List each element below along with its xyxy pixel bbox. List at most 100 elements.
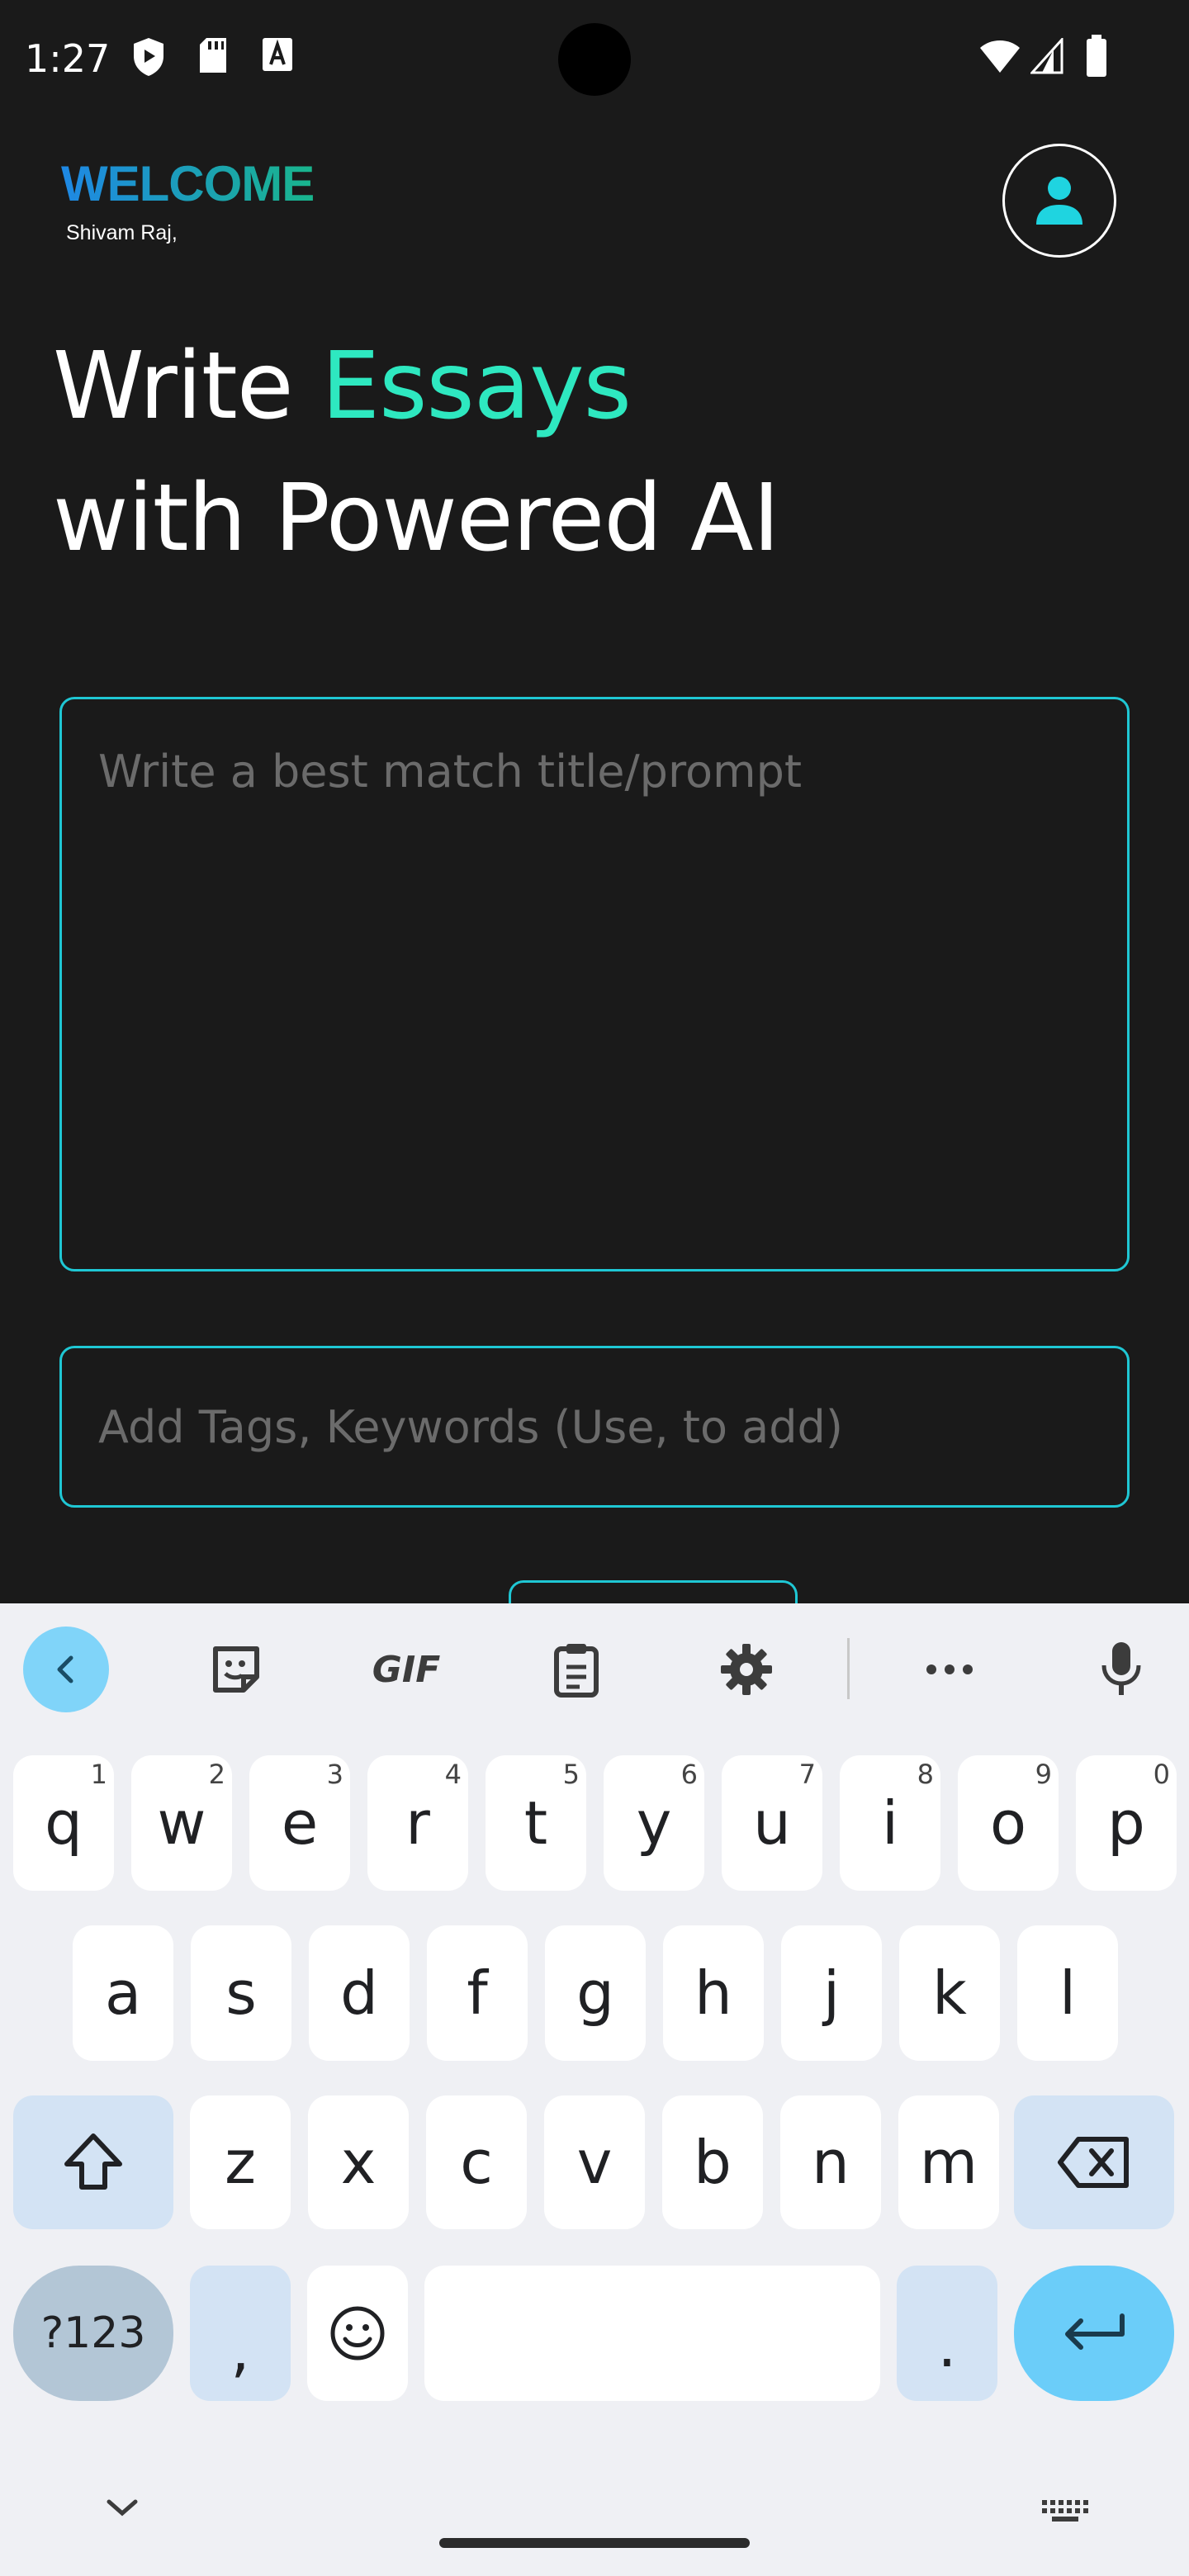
key-label: t <box>523 1788 548 1858</box>
key-label: x <box>340 2128 377 2197</box>
key-r[interactable]: r4 <box>367 1755 468 1891</box>
key-hint: 9 <box>1035 1759 1052 1790</box>
sd-card-icon <box>198 36 228 78</box>
key-label: p <box>1107 1788 1145 1858</box>
settings-icon[interactable] <box>703 1627 789 1712</box>
key-label: d <box>340 1958 378 2028</box>
key-label: c <box>460 2128 493 2197</box>
key-y[interactable]: y6 <box>604 1755 704 1891</box>
user-name: Shivam Raj, <box>66 221 178 244</box>
backspace-key[interactable] <box>1014 2095 1174 2229</box>
status-time: 1:27 <box>25 36 111 81</box>
status-bar: 1:27 <box>0 0 1189 119</box>
profile-button[interactable] <box>1002 144 1116 258</box>
clipboard-icon[interactable] <box>533 1627 619 1712</box>
key-c[interactable]: c <box>426 2095 527 2229</box>
key-label: f <box>467 1958 488 2028</box>
emoji-icon <box>330 2306 385 2361</box>
key-label: h <box>694 1958 732 2028</box>
person-icon <box>1036 177 1082 225</box>
enter-icon <box>1065 2313 1125 2350</box>
backspace-icon <box>1058 2137 1129 2188</box>
key-label: i <box>881 1788 898 1858</box>
emoji-key[interactable] <box>307 2266 408 2401</box>
tags-field[interactable] <box>59 1346 1130 1508</box>
enter-key[interactable] <box>1014 2266 1174 2401</box>
comma-key[interactable]: , <box>190 2266 291 2401</box>
tags-input[interactable] <box>62 1348 1127 1505</box>
period-key[interactable]: . <box>897 2266 997 2401</box>
prompt-field[interactable] <box>59 697 1130 1271</box>
key-n[interactable]: n <box>780 2095 881 2229</box>
key-label: g <box>576 1958 614 2028</box>
key-label: z <box>225 2128 256 2197</box>
key-m[interactable]: m <box>898 2095 999 2229</box>
key-d[interactable]: d <box>309 1925 410 2061</box>
key-p[interactable]: p0 <box>1076 1755 1177 1891</box>
key-s[interactable]: s <box>191 1925 291 2061</box>
key-v[interactable]: v <box>544 2095 645 2229</box>
key-label: y <box>636 1788 672 1858</box>
sticker-icon[interactable] <box>193 1627 279 1712</box>
key-h[interactable]: h <box>663 1925 764 2061</box>
key-j[interactable]: j <box>781 1925 882 2061</box>
home-indicator[interactable] <box>439 2538 750 2548</box>
key-b[interactable]: b <box>662 2095 763 2229</box>
key-f[interactable]: f <box>427 1925 528 2061</box>
key-w[interactable]: w2 <box>131 1755 232 1891</box>
shift-key[interactable] <box>13 2095 173 2229</box>
key-i[interactable]: i8 <box>840 1755 940 1891</box>
space-key[interactable] <box>424 2266 880 2401</box>
camera-cutout <box>558 23 631 96</box>
shield-icon <box>130 36 167 82</box>
headline-accent: Essays <box>321 333 632 440</box>
key-hint: 4 <box>444 1759 462 1790</box>
wifi-icon <box>979 38 1021 78</box>
keyboard-toolbar: GIF <box>0 1603 1189 1734</box>
navigation-bar <box>0 2442 1189 2576</box>
welcome-title: WELCOME <box>61 156 315 211</box>
key-x[interactable]: x <box>308 2095 409 2229</box>
more-icon[interactable] <box>907 1627 992 1712</box>
mic-icon[interactable] <box>1078 1627 1164 1712</box>
key-label: b <box>694 2128 732 2197</box>
key-label: u <box>753 1788 791 1858</box>
symbols-label: ?123 <box>40 2308 146 2358</box>
key-hint: 8 <box>917 1759 934 1790</box>
key-k[interactable]: k <box>899 1925 1000 2061</box>
gif-icon[interactable]: GIF <box>363 1627 449 1712</box>
key-hint: 6 <box>680 1759 698 1790</box>
key-t[interactable]: t5 <box>486 1755 586 1891</box>
back-icon[interactable] <box>23 1627 109 1712</box>
key-label: w <box>157 1788 206 1858</box>
key-e[interactable]: e3 <box>249 1755 350 1891</box>
key-g[interactable]: g <box>545 1925 646 2061</box>
key-hint: 3 <box>326 1759 343 1790</box>
key-l[interactable]: l <box>1017 1925 1118 2061</box>
soft-keyboard: GIF q1w2e3r4t5y6u7i8o9p0asdfghjklzxcvbnm… <box>0 1603 1189 2576</box>
key-q[interactable]: q1 <box>13 1755 114 1891</box>
key-o[interactable]: o9 <box>958 1755 1059 1891</box>
hide-keyboard-icon[interactable] <box>104 2497 140 2524</box>
headline-prefix: Write <box>53 333 322 440</box>
key-a[interactable]: a <box>73 1925 173 2061</box>
key-label: o <box>989 1788 1027 1858</box>
key-label: l <box>1059 1958 1076 2028</box>
keyboard-switch-icon[interactable] <box>1040 2498 1090 2527</box>
key-label: r <box>405 1788 430 1858</box>
key-label: v <box>576 2128 613 2197</box>
key-u[interactable]: u7 <box>722 1755 822 1891</box>
prompt-input[interactable] <box>62 699 1127 1269</box>
battery-icon <box>1085 35 1108 82</box>
key-hint: 5 <box>562 1759 580 1790</box>
key-hint: 0 <box>1153 1759 1170 1790</box>
key-z[interactable]: z <box>190 2095 291 2229</box>
key-label: s <box>225 1958 257 2028</box>
key-hint: 1 <box>90 1759 107 1790</box>
key-label: m <box>919 2128 978 2197</box>
symbols-key[interactable]: ?123 <box>13 2266 173 2401</box>
headline-line2: with Powered AI <box>53 465 780 572</box>
key-label: k <box>932 1958 967 2028</box>
key-label: q <box>45 1788 83 1858</box>
key-label: a <box>104 1958 142 2028</box>
